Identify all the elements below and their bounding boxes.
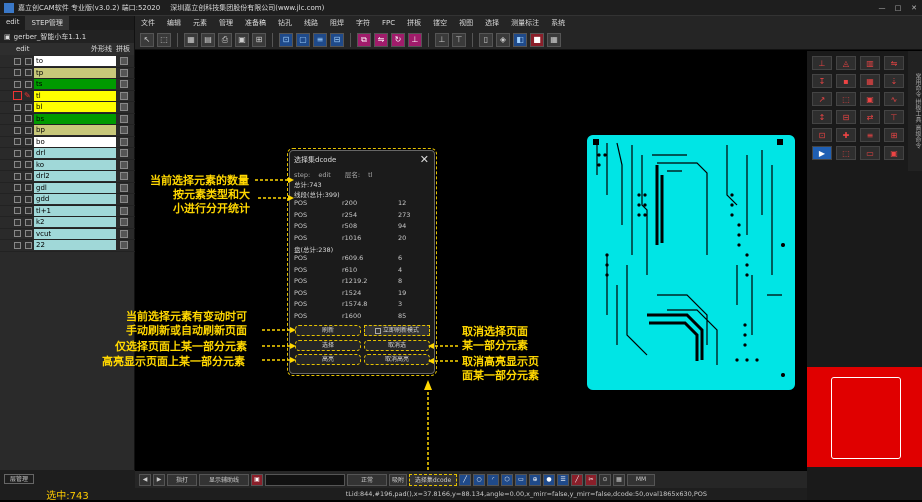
unit-select[interactable]: MM: [627, 473, 656, 486]
line-tool-icon[interactable]: ╱: [459, 473, 472, 486]
next-icon[interactable]: ▶: [153, 473, 165, 486]
add-icon[interactable]: ⊕: [529, 473, 542, 486]
zoom-icon[interactable]: ⊙: [599, 473, 612, 486]
snap-toggle[interactable]: 吸附: [389, 473, 408, 486]
polygon-tool-icon[interactable]: ⬡: [501, 473, 514, 486]
command-input[interactable]: [265, 473, 345, 486]
bottom-toolbar: ◀ ▶ 指打 显示辅助线 ▣ 正常 吸附 选择集dcode ╱ ○ ◜ ⬡ ▭ …: [135, 471, 807, 488]
prev-icon[interactable]: ◀: [139, 473, 151, 486]
mode-select[interactable]: 指打: [167, 473, 197, 486]
pad-tool-icon[interactable]: ●: [543, 473, 556, 486]
list-view-icon[interactable]: ☰: [557, 473, 570, 486]
grid-view-icon[interactable]: ▦: [613, 473, 626, 486]
select-set-button[interactable]: 选择集dcode: [409, 473, 458, 486]
annotation-arrows: [255, 177, 458, 470]
draw-icon[interactable]: ╱: [571, 473, 584, 486]
view-mode-select[interactable]: 正常: [347, 473, 387, 486]
snap-box-icon[interactable]: ▣: [251, 473, 263, 486]
rect-tool-icon[interactable]: ▭: [515, 473, 528, 486]
show-guides-button[interactable]: 显示辅助线: [199, 473, 249, 486]
arc-tool-icon[interactable]: ◜: [487, 473, 500, 486]
cut-icon[interactable]: ✂: [585, 473, 598, 486]
circle-tool-icon[interactable]: ○: [473, 473, 486, 486]
status-bar: tLid:844,#196,pad(),x=37.8166,y=88.134,a…: [135, 488, 807, 500]
